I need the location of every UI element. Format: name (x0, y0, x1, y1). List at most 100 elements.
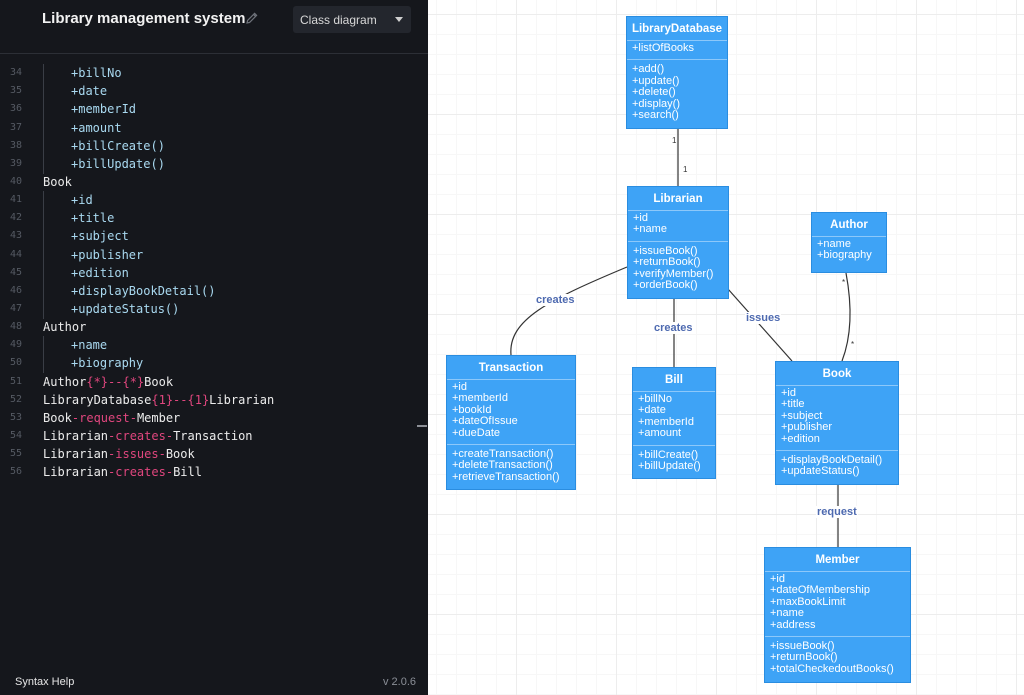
relation-token: {1}--{1} (151, 392, 210, 407)
code-line[interactable]: 41 +id (0, 191, 428, 211)
class-token: Author (43, 374, 87, 389)
edge-label-creates-transaction[interactable]: creates (535, 294, 576, 306)
code-line[interactable]: 54 Librarian-creates-Transaction (0, 427, 428, 445)
chevron-down-icon (395, 17, 403, 22)
code-line[interactable]: 49 +name (0, 336, 428, 356)
class-token: Librarian (43, 428, 109, 443)
line-number: 43 (9, 230, 22, 242)
code-line[interactable]: 37 +amount (0, 118, 428, 138)
code-line[interactable]: 44 +publisher (0, 245, 428, 265)
class-librarydatabase[interactable]: LibraryDatabase +listOfBooks +add() +update… (626, 16, 728, 129)
code-editor-pane: Bill 34 +billNo 35 +date 36 +memberId 37 +amount… (0, 0, 428, 695)
class-author[interactable]: Author +name +biography (811, 212, 887, 273)
code-line[interactable]: 56 Librarian-creates-Bill (0, 463, 428, 481)
relation-token: -request- (71, 410, 137, 425)
class-token: Bill (173, 465, 202, 480)
code-text: +biography (42, 354, 143, 374)
edge-label-issues[interactable]: issues (745, 312, 782, 324)
line-number: 55 (9, 448, 22, 460)
class-name: Librarian (628, 187, 728, 211)
line-number: 56 (9, 466, 22, 478)
line-number: 47 (9, 302, 22, 314)
class-token: Librarian (43, 465, 109, 480)
line-number: 39 (9, 157, 22, 169)
line-number: 40 (9, 175, 22, 187)
code-line[interactable]: 42 +title (0, 209, 428, 229)
code-text: +id (43, 191, 93, 211)
editor-header: Library management system Class diagram (0, 0, 428, 50)
class-member[interactable]: Member +id +dateOfMembership +maxBookLimit +… (764, 547, 911, 683)
line-number: 35 (9, 85, 22, 97)
code-line[interactable]: 45 +edition (0, 263, 428, 283)
line-number: 54 (9, 429, 22, 441)
code-line[interactable]: 51 Author{*}--{*}Book (0, 373, 428, 391)
line-number: 46 (9, 284, 22, 296)
class-attributes: +id +title +subject +publisher +edition (776, 386, 898, 452)
code-line[interactable]: 47 +updateStatus() (0, 299, 428, 320)
class-attribute: +biography (817, 249, 872, 262)
diagram-canvas[interactable]: 1 1 * * creates creates issues request L… (428, 0, 1024, 695)
class-librarian[interactable]: Librarian +id +name +issueBook() +returnBook… (627, 186, 729, 299)
class-book[interactable]: Book +id +title +subject +publisher +edition +… (775, 361, 899, 485)
code-text: Author{*}--{*}Book (43, 373, 173, 391)
code-line[interactable]: 53 Book-request-Member (0, 409, 428, 427)
code-line[interactable]: 36 +memberId (0, 100, 428, 120)
class-methods: +issueBook() +returnBook() +totalCheckedou… (765, 637, 910, 679)
class-attribute: +amount (638, 427, 682, 440)
class-method: +search() (632, 109, 679, 122)
class-token: Book (165, 447, 195, 462)
class-attributes: +billNo +date +memberId +amount (633, 392, 715, 446)
class-name: LibraryDatabase (627, 17, 727, 41)
class-attributes: +name +biography (812, 237, 886, 267)
class-token: Librarian (209, 392, 275, 407)
code-line[interactable]: 46 +displayBookDetail() (0, 281, 428, 301)
class-token: Member (136, 410, 181, 425)
pencil-icon[interactable] (245, 11, 259, 25)
edge-label-creates-bill[interactable]: creates (653, 322, 694, 334)
class-method: +returnBook() (633, 256, 701, 269)
code-line[interactable]: 34 +billNo (0, 64, 428, 84)
code-line[interactable]: 52 LibraryDatabase{1}--{1}Librarian (0, 391, 428, 409)
line-number: 49 (9, 339, 22, 351)
edge-label-request[interactable]: request (816, 506, 858, 518)
class-method: +totalCheckedoutBooks() (770, 662, 894, 675)
class-transaction[interactable]: Transaction +id +memberId +bookId +dateOfIss… (446, 355, 576, 490)
code-line[interactable]: 50 +biography (0, 354, 428, 374)
line-number: 45 (9, 266, 22, 278)
document-title[interactable]: Library management system (42, 10, 245, 27)
line-number: 41 (9, 194, 22, 206)
syntax-help-link[interactable]: Syntax Help (15, 676, 74, 688)
code-line[interactable]: 35 +date (0, 82, 428, 102)
code-text: +memberId (42, 100, 136, 120)
diagram-type-select[interactable]: Class diagram (293, 6, 411, 33)
code-line[interactable]: 39 +billUpdate() (0, 154, 428, 175)
code-text: Librarian-creates-Transaction (43, 427, 253, 445)
line-number: 48 (9, 321, 22, 333)
line-number: 50 (9, 357, 22, 369)
class-bill[interactable]: Bill +billNo +date +memberId +amount +billCre… (632, 367, 716, 479)
class-token: Transaction (173, 428, 253, 443)
code-line[interactable]: 40 Book (0, 173, 428, 191)
code-line[interactable]: 43 +subject (0, 227, 428, 247)
line-number: 53 (9, 411, 22, 423)
class-attributes: +id +memberId +bookId +dateOfIssue +dueDate (447, 380, 575, 446)
class-token: Book (144, 374, 174, 389)
code-text: Book-request-Member (43, 409, 180, 427)
code-editor[interactable]: Bill 34 +billNo 35 +date 36 +memberId 37 +amount… (0, 46, 428, 486)
code-text: Librarian-issues-Book (43, 445, 195, 463)
pane-resize-handle[interactable] (417, 425, 427, 427)
code-text: Author (43, 320, 87, 335)
code-text: +name (42, 336, 107, 356)
code-line[interactable]: 48 Author (0, 318, 428, 336)
version-label: v 2.0.6 (382, 676, 416, 688)
line-number: 51 (9, 375, 22, 387)
code-line[interactable]: 38 +billCreate() (0, 136, 428, 156)
class-token: Book (43, 410, 72, 425)
class-attribute: +address (770, 618, 816, 631)
line-number: 44 (9, 248, 22, 260)
class-attribute: +publisher (781, 421, 833, 434)
code-text: +billUpdate() (43, 154, 165, 175)
code-text: +billCreate() (43, 136, 165, 156)
class-name: Member (765, 548, 910, 572)
code-line[interactable]: 55 Librarian-issues-Book (0, 445, 428, 463)
